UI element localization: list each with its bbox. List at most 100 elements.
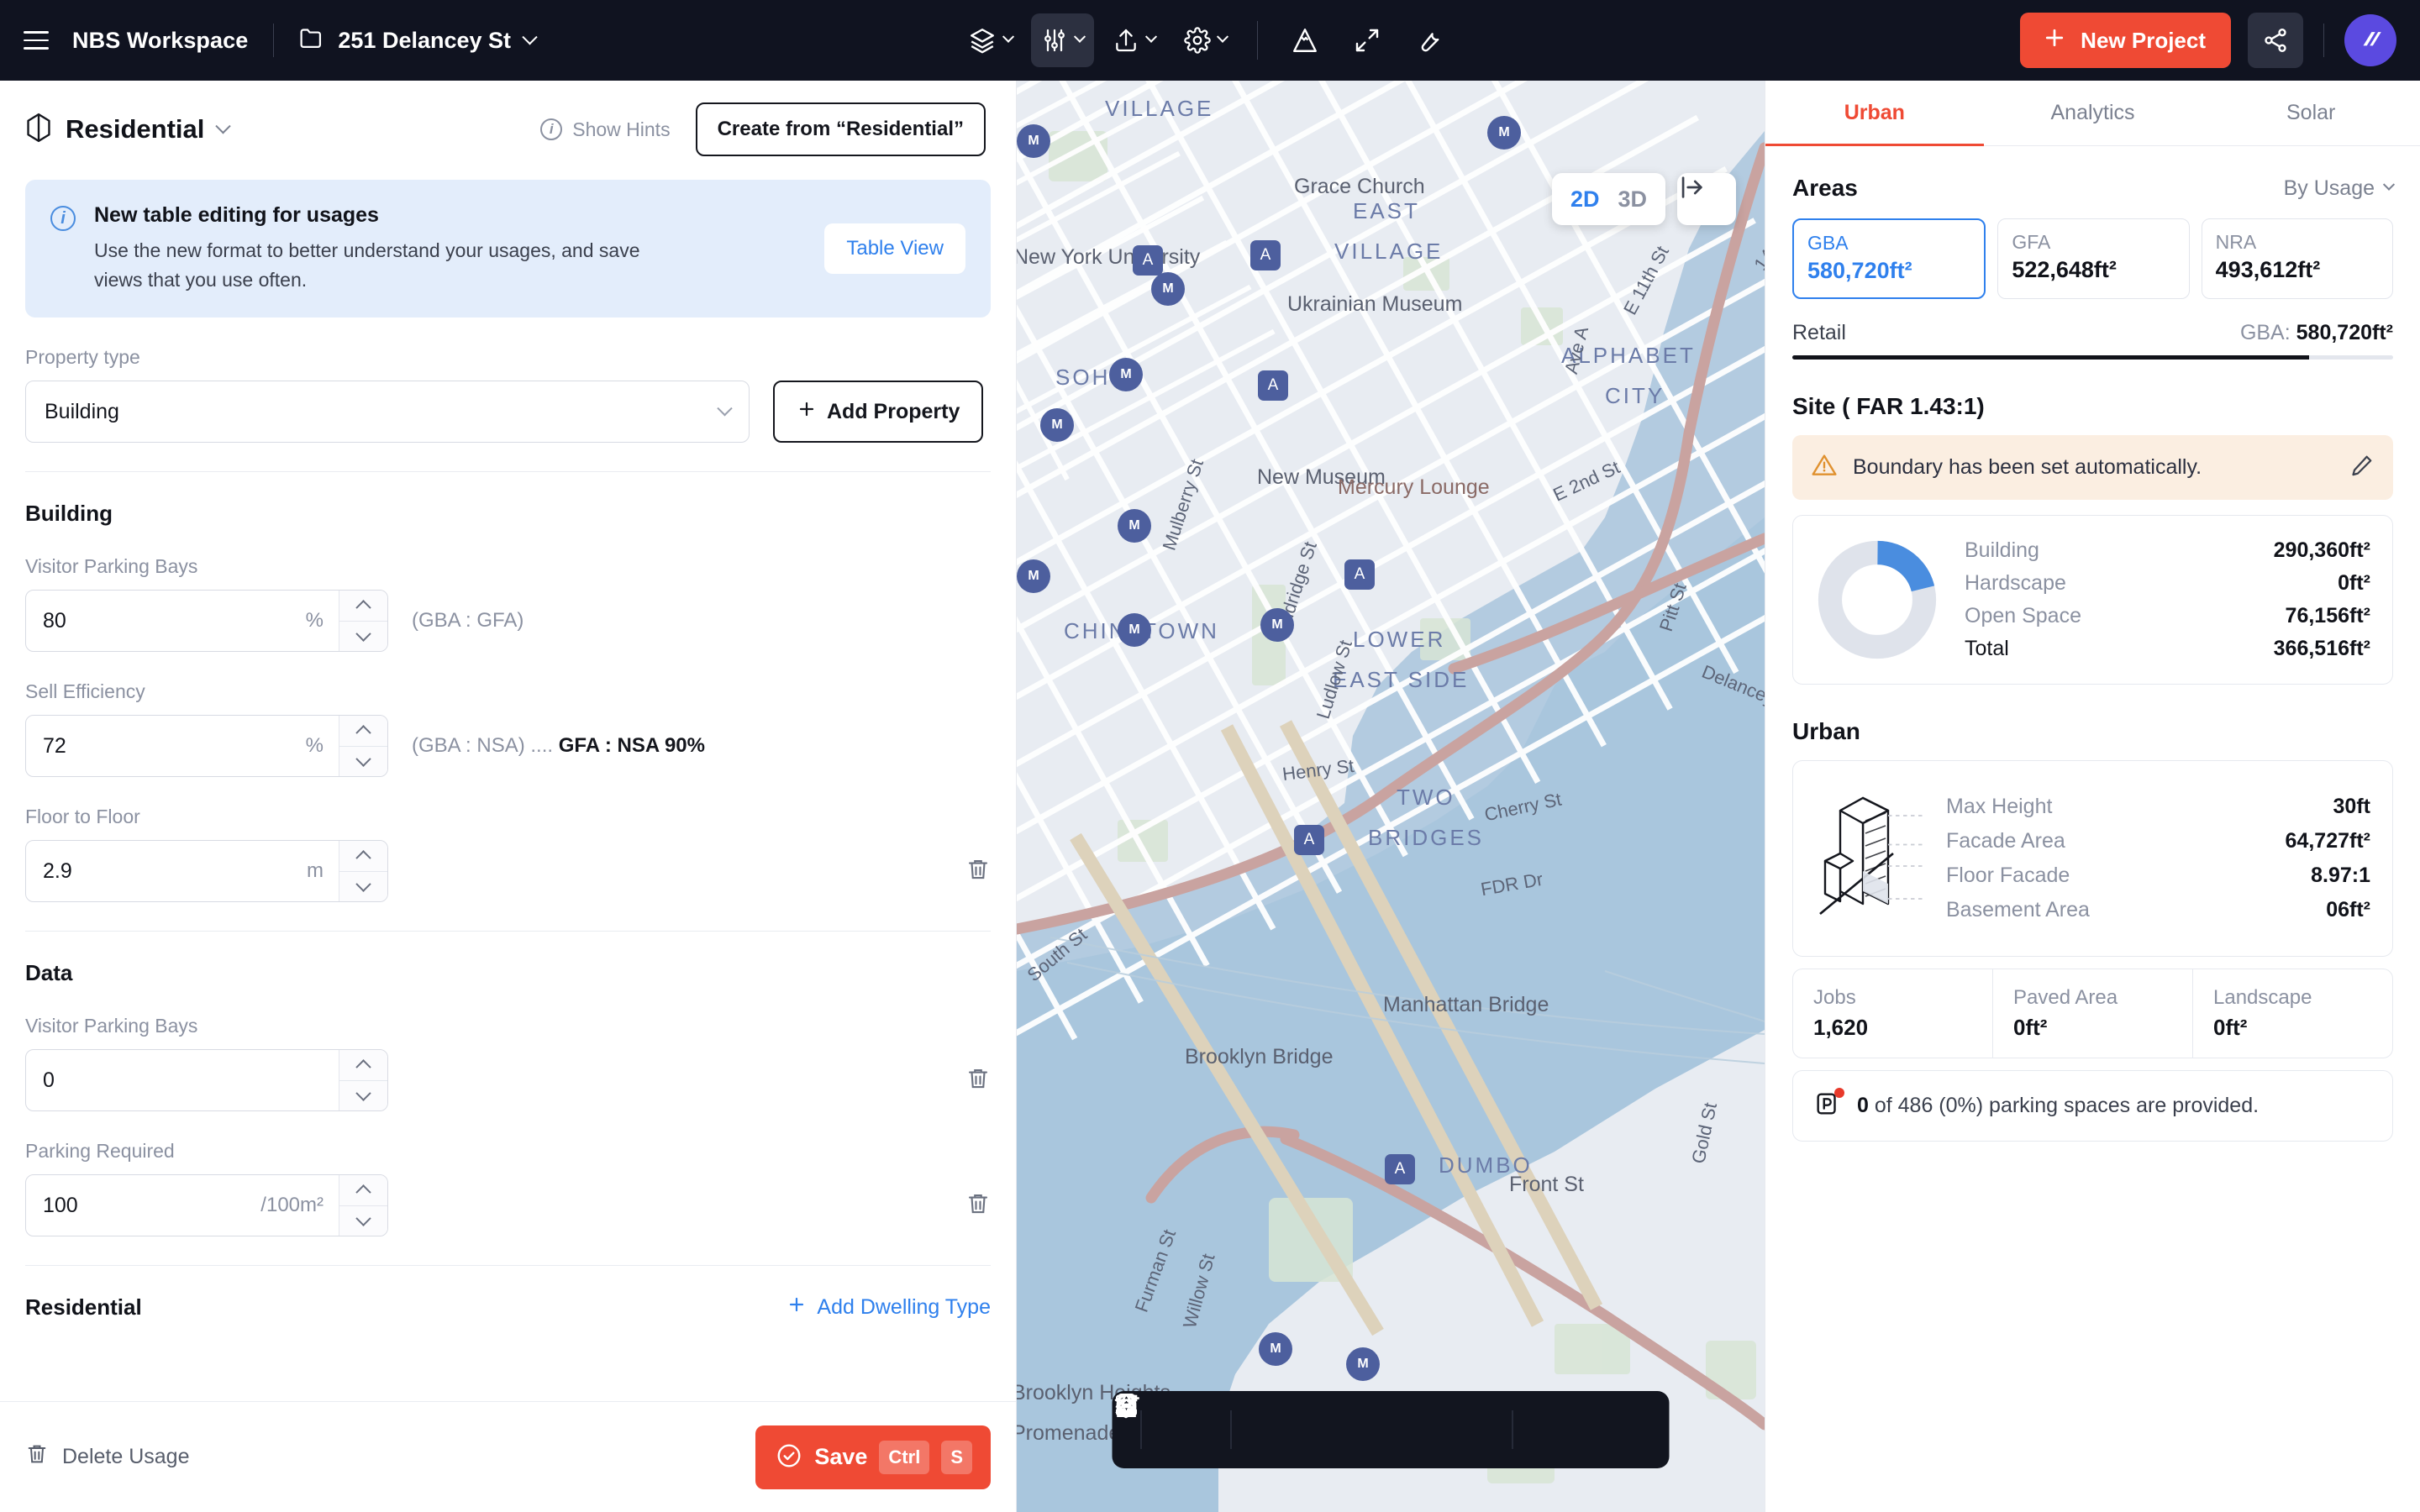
- project-breadcrumb[interactable]: 251 Delancey St: [299, 28, 535, 54]
- stepper-up[interactable]: [339, 1175, 387, 1206]
- stepper-down[interactable]: [339, 1206, 387, 1236]
- more-icon[interactable]: [1592, 1400, 1651, 1459]
- area-card-gba[interactable]: GBA 580,720ft²: [1792, 218, 1986, 299]
- stepper-up[interactable]: [339, 591, 387, 622]
- usage-title-group[interactable]: Residential: [25, 113, 229, 147]
- map-pin-transit[interactable]: A: [1133, 245, 1163, 276]
- stepper-up[interactable]: [339, 1050, 387, 1081]
- chevron-down-icon[interactable]: [1002, 31, 1014, 43]
- stepper-down[interactable]: [339, 622, 387, 652]
- property-type-select[interactable]: Building: [25, 381, 750, 443]
- quantity-stepper[interactable]: [339, 591, 387, 651]
- urban-metrics-card: Max Height 30ft Facade Area 64,727ft² Fl…: [1792, 760, 2393, 957]
- chevron-down-icon[interactable]: [1074, 31, 1086, 43]
- save-button[interactable]: Save Ctrl S: [755, 1425, 991, 1489]
- map-pin-icon[interactable]: [1439, 1400, 1497, 1459]
- share-icon[interactable]: [2248, 13, 2303, 68]
- add-dwelling-type-button[interactable]: Add Dwelling Type: [786, 1294, 991, 1320]
- trash-icon[interactable]: [965, 1066, 991, 1095]
- sell-efficiency-input[interactable]: 72 %: [25, 715, 388, 777]
- map-pin-transit[interactable]: A: [1385, 1154, 1415, 1184]
- area-card-nra[interactable]: NRA 493,612ft²: [2202, 218, 2393, 299]
- chevron-down-icon[interactable]: [1217, 31, 1228, 43]
- tab-urban[interactable]: Urban: [1765, 81, 1984, 146]
- stepper-down[interactable]: [339, 747, 387, 777]
- table-view-button[interactable]: Table View: [824, 223, 965, 274]
- areas-filter-select[interactable]: By Usage: [2284, 176, 2393, 201]
- stepper-down[interactable]: [339, 872, 387, 902]
- area-card-key: GBA: [1807, 232, 1970, 255]
- avatar[interactable]: [2344, 14, 2396, 66]
- wrench-icon[interactable]: [1402, 13, 1456, 67]
- map-pin-subway[interactable]: M: [1118, 509, 1151, 543]
- area-card-gfa[interactable]: GFA 522,648ft²: [1997, 218, 2189, 299]
- floor-to-floor-input[interactable]: 2.9 m: [25, 840, 388, 902]
- building-section-title: Building: [25, 501, 991, 527]
- trash-icon[interactable]: [965, 1191, 991, 1221]
- visitor-parking-bays-pct-input[interactable]: 80 %: [25, 590, 388, 652]
- property-type-label: Property type: [25, 346, 991, 369]
- metric-key: Jobs: [1813, 986, 1972, 1010]
- map-pin-subway[interactable]: M: [1487, 116, 1521, 150]
- map-pin-subway[interactable]: M: [1017, 124, 1050, 158]
- gear-icon[interactable]: [1174, 13, 1237, 67]
- car-icon[interactable]: [1375, 1400, 1434, 1459]
- map-pin-subway[interactable]: M: [1040, 408, 1074, 442]
- terrain-icon[interactable]: [1278, 13, 1332, 67]
- show-hints-button[interactable]: i Show Hints: [540, 118, 670, 141]
- map-pin-subway[interactable]: M: [1118, 613, 1151, 647]
- chevron-down-icon[interactable]: [216, 118, 231, 134]
- map-pin-transit[interactable]: A: [1344, 559, 1375, 590]
- delete-usage-button[interactable]: Delete Usage: [25, 1442, 189, 1472]
- workspace-name[interactable]: NBS Workspace: [72, 28, 248, 54]
- site-stat-row-total: Total 366,516ft²: [1965, 637, 2370, 661]
- expand-icon[interactable]: [1340, 13, 1394, 67]
- quantity-stepper[interactable]: [339, 716, 387, 776]
- map-toolbar: [1113, 1391, 1670, 1468]
- focus-icon[interactable]: [1528, 1400, 1587, 1459]
- map-canvas[interactable]: VILLAGE Grace Church EAST VILLAGE New Yo…: [1017, 81, 1765, 1512]
- stepper-up[interactable]: [339, 716, 387, 747]
- upload-icon[interactable]: [1102, 13, 1165, 67]
- layers-icon[interactable]: [958, 13, 1023, 67]
- data-visitor-parking-bays-input[interactable]: 0: [25, 1049, 388, 1111]
- field-hint: (GBA : NSA) .... GFA : NSA 90%: [412, 734, 705, 758]
- new-project-button[interactable]: New Project: [2020, 13, 2231, 68]
- stepper-up[interactable]: [339, 841, 387, 872]
- chevron-down-icon[interactable]: [1145, 31, 1157, 43]
- map-pin-subway[interactable]: M: [1017, 559, 1050, 593]
- tree-icon[interactable]: [1311, 1400, 1370, 1459]
- collapse-panel-icon[interactable]: [1677, 173, 1736, 225]
- map-mode-3d[interactable]: 3D: [1618, 186, 1647, 213]
- chevron-down-icon[interactable]: [522, 29, 537, 45]
- map-mode-2d[interactable]: 2D: [1570, 186, 1600, 213]
- quantity-stepper[interactable]: [339, 841, 387, 901]
- map-pin-subway[interactable]: M: [1259, 1332, 1292, 1366]
- map-view-mode-toggle[interactable]: 2D 3D: [1552, 173, 1665, 225]
- parking-required-input[interactable]: 100 /100m²: [25, 1174, 388, 1236]
- map-pin-transit[interactable]: A: [1258, 370, 1288, 401]
- map-pin-transit[interactable]: A: [1250, 240, 1281, 270]
- map-pin-subway[interactable]: M: [1109, 358, 1143, 391]
- tab-analytics[interactable]: Analytics: [1984, 81, 2202, 146]
- building-icon[interactable]: [1247, 1400, 1306, 1459]
- map-pin-transit[interactable]: A: [1294, 825, 1324, 855]
- hamburger-icon[interactable]: [24, 24, 57, 57]
- tab-solar[interactable]: Solar: [2202, 81, 2420, 146]
- sliders-icon[interactable]: [1031, 13, 1094, 67]
- map-pin-subway[interactable]: M: [1151, 272, 1185, 306]
- add-property-button[interactable]: Add Property: [773, 381, 983, 443]
- trash-icon[interactable]: [965, 857, 991, 886]
- create-from-button[interactable]: Create from “Residential”: [696, 102, 986, 156]
- urban-stat-row: Floor Facade 8.97:1: [1946, 864, 2370, 888]
- stepper-down[interactable]: [339, 1081, 387, 1111]
- trash-icon: [25, 1442, 49, 1472]
- quantity-stepper[interactable]: [339, 1175, 387, 1236]
- usage-metric: GBA: 580,720ft²: [2240, 321, 2393, 345]
- add-layer-icon[interactable]: [1157, 1400, 1216, 1459]
- map-pin-subway[interactable]: M: [1260, 608, 1294, 642]
- pencil-icon[interactable]: [2349, 453, 2375, 482]
- usage-footer: Delete Usage Save Ctrl S: [0, 1401, 1016, 1512]
- quantity-stepper[interactable]: [339, 1050, 387, 1110]
- map-pin-subway[interactable]: M: [1346, 1347, 1380, 1381]
